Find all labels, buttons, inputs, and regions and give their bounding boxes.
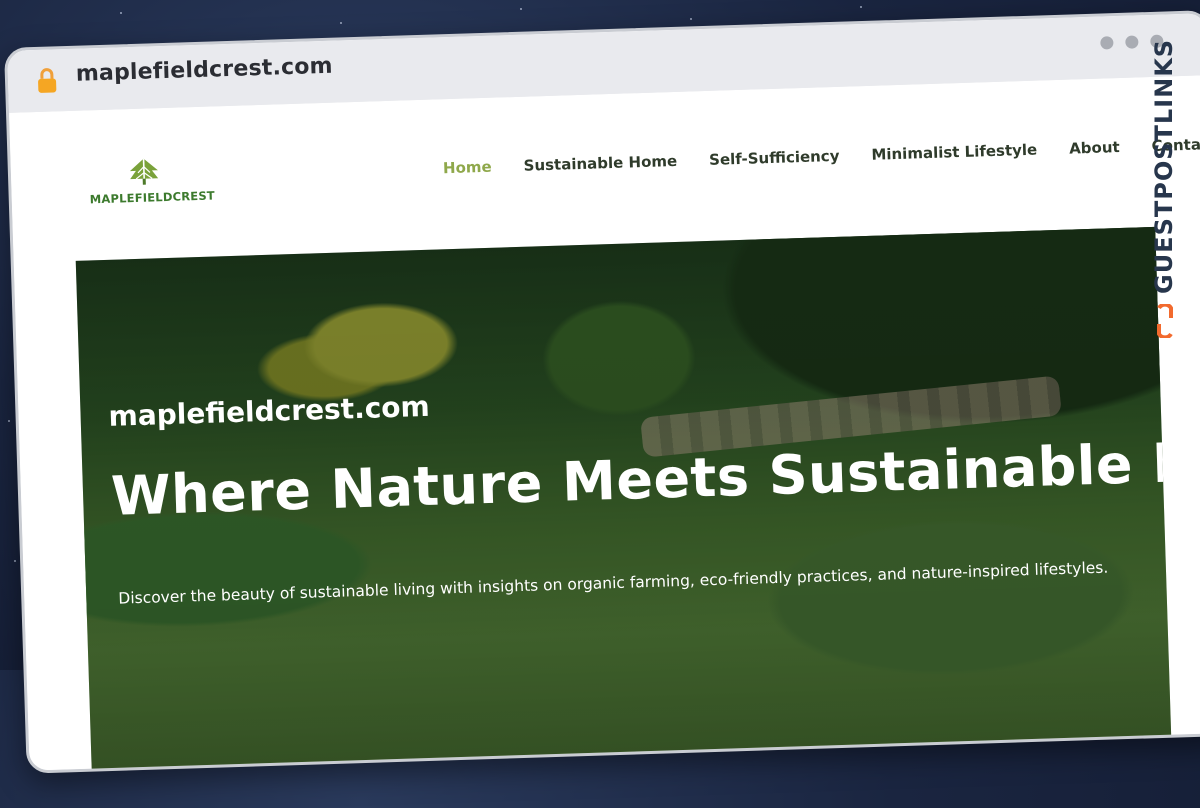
main-nav: Home Sustainable Home Self-Sufficiency M… <box>443 135 1200 177</box>
window-dot-icon[interactable] <box>1125 35 1139 49</box>
lock-icon <box>38 68 57 93</box>
site-logo[interactable]: MAPLEFIELDCREST <box>89 155 216 207</box>
browser-window: maplefieldcrest.com MAPLEFIELDCREST Home <box>4 10 1200 774</box>
hero-site-name: maplefieldcrest.com <box>108 389 431 433</box>
guestpostlinks-watermark: GUESTPOSTLINKS <box>1146 39 1186 354</box>
web-page: MAPLEFIELDCREST Home Sustainable Home Se… <box>9 75 1200 774</box>
link-logo-icon <box>1157 304 1173 338</box>
hero-banner: maplefieldcrest.com Where Nature Meets S… <box>75 226 1172 774</box>
window-dot-icon[interactable] <box>1100 36 1114 50</box>
hero-title: Where Nature Meets Sustainable Living <box>110 426 1172 528</box>
tree-logo-icon <box>129 158 159 185</box>
nav-item-sustainable-home[interactable]: Sustainable Home <box>523 152 677 175</box>
hero-subtitle: Discover the beauty of sustainable livin… <box>118 558 1109 608</box>
logo-text: MAPLEFIELDCREST <box>89 188 216 207</box>
address-bar-url[interactable]: maplefieldcrest.com <box>75 54 333 87</box>
nav-item-self-sufficiency[interactable]: Self-Sufficiency <box>709 147 840 169</box>
nav-item-home[interactable]: Home <box>443 158 492 178</box>
nav-item-about[interactable]: About <box>1069 138 1120 158</box>
guestpostlinks-text: GUESTPOSTLINKS <box>1150 38 1178 294</box>
nav-item-minimalist-lifestyle[interactable]: Minimalist Lifestyle <box>871 141 1037 164</box>
